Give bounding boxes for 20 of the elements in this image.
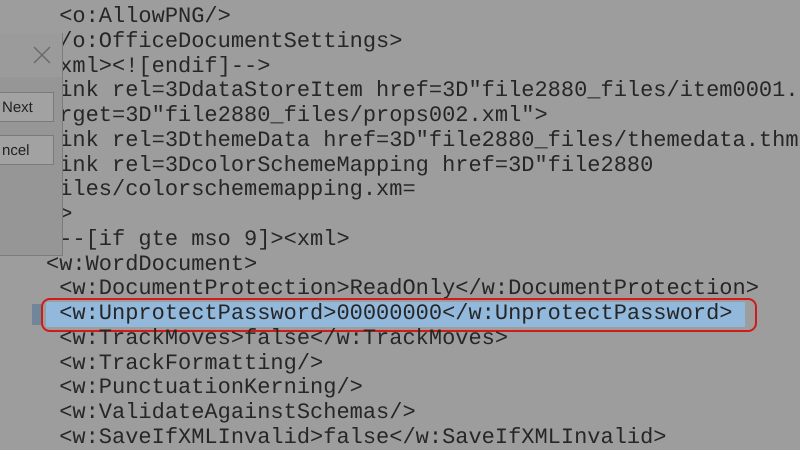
code-line: ink rel=3DdataStoreItem href=3D"file2880_files/item0001. <box>58 79 799 104</box>
code-line: ink rel=3DcolorSchemeMapping href=3D"file2880 <box>58 154 654 178</box>
code-line: <w:TrackFormatting/> <box>58 352 324 376</box>
code-line: <w:ValidateAgainstSchemas/> <box>58 401 416 426</box>
close-icon[interactable] <box>33 46 51 64</box>
code-line: iles/colorschememapping.xm= <box>58 178 416 203</box>
code-line: <w:TrackMoves>false</w:TrackMoves> <box>58 326 508 352</box>
code-line: <w:WordDocument> <box>46 252 258 278</box>
code-line: <w:DocumentProtection>ReadOnly</w:DocumentProtection> <box>58 277 759 302</box>
code-line: xml><![endif]--> <box>58 54 270 80</box>
code-line: rget=3D"file2880_files/props002.xml"> <box>58 104 548 129</box>
code-line: <o:AllowPNG/> <box>58 5 231 30</box>
dialog-button[interactable]: Next <box>0 92 54 122</box>
code-line: --[if gte mso 9]><xml> <box>58 228 350 252</box>
code-line: ink rel=3DthemeData href=3D"file2880_files/themedata.thm <box>58 128 799 154</box>
code-line: <w:PunctuationKerning/> <box>58 376 363 401</box>
code-line: /o:OfficeDocumentSettings> <box>58 30 402 54</box>
code-line: <w:SaveIfXMLInvalid>false</w:SaveIfXMLInvalid> <box>58 426 667 450</box>
selection-marker <box>32 304 42 325</box>
dialog-button[interactable]: ncel <box>0 135 54 165</box>
